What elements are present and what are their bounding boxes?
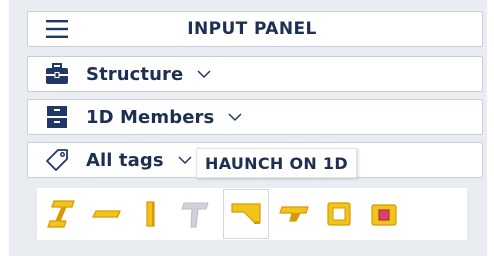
section-label: Structure — [86, 63, 184, 85]
cabinet-icon — [28, 100, 86, 134]
section-structure[interactable]: Structure — [27, 56, 483, 92]
haunch-on-1d-icon — [231, 203, 261, 224]
chevron-down-icon[interactable] — [228, 110, 242, 124]
input-panel: INPUT PANEL Structure 1D Members All tag… — [9, 0, 487, 256]
column-member-tool[interactable] — [131, 194, 171, 234]
section-1d-members[interactable]: 1D Members — [27, 99, 483, 135]
section-label: All tags — [86, 149, 164, 171]
haunch-variant-tool[interactable] — [275, 194, 315, 234]
chevron-down-icon[interactable] — [197, 67, 211, 81]
haunch-variant-icon — [279, 206, 309, 222]
hollow-square-section-tool[interactable] — [319, 194, 359, 234]
chevron-down-icon[interactable] — [178, 153, 192, 167]
tag-icon — [28, 143, 86, 177]
horizontal-member-tool[interactable] — [87, 194, 127, 234]
tooltip: HAUNCH ON 1D — [196, 148, 357, 178]
steel-beam-icon — [47, 200, 75, 228]
panel-header: INPUT PANEL — [27, 11, 483, 47]
haunch-on-1d-tool[interactable] — [223, 189, 269, 239]
horizontal-member-icon — [92, 210, 121, 219]
square-tube-section-tool[interactable] — [363, 194, 403, 234]
column-member-icon — [146, 201, 155, 227]
panel-title: INPUT PANEL — [187, 19, 317, 39]
square-tube-section-icon — [371, 204, 397, 226]
section-label: 1D Members — [86, 106, 215, 128]
hamburger-menu-icon[interactable] — [28, 12, 86, 46]
tapered-member-icon — [181, 202, 209, 228]
toolbox-icon — [28, 57, 86, 91]
steel-beam-tool[interactable] — [43, 194, 83, 234]
member-toolbar — [37, 188, 467, 240]
hollow-square-section-icon — [327, 202, 351, 226]
tapered-member-tool — [175, 194, 215, 234]
